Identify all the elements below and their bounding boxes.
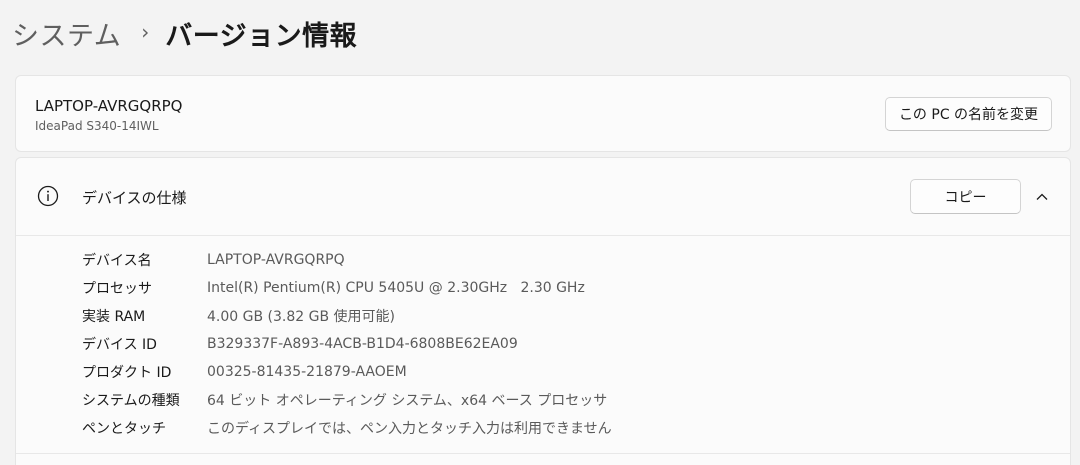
info-icon [37,185,59,207]
spec-value: このディスプレイでは、ペン入力とタッチ入力は利用できません [207,421,612,437]
spec-value: B329337F-A893-4ACB-B1D4-6808BE62EA09 [207,336,518,352]
settings-page: システム › バージョン情報 LAPTOP-AVRGQRPQ IdeaPad S… [0,0,1080,465]
spec-value: 00325-81435-21879-AAOEM [207,364,407,380]
device-specs-card: デバイスの仕様 コピー デバイス名 LAPTOP-AVRGQRPQ プロセッサ … [15,157,1071,465]
spec-label: プロセッサ [82,281,152,297]
device-model: IdeaPad S340-14IWL [35,119,159,133]
spec-row-pen-touch: ペンとタッチ このディスプレイでは、ペン入力とタッチ入力は利用できません [16,414,1070,442]
spec-value: LAPTOP-AVRGQRPQ [207,252,345,268]
device-name-card: LAPTOP-AVRGQRPQ IdeaPad S340-14IWL この PC… [15,75,1071,152]
breadcrumb-separator: › [141,20,150,44]
spec-value: 4.00 GB (3.82 GB 使用可能) [207,309,395,325]
breadcrumb-parent-system[interactable]: システム [12,14,121,53]
spec-row-system-type: システムの種類 64 ビット オペレーティング システム、x64 ベース プロセ… [16,386,1070,414]
rename-pc-button[interactable]: この PC の名前を変更 [885,97,1052,131]
spec-row-processor: プロセッサ Intel(R) Pentium(R) CPU 5405U @ 2.… [16,274,1070,302]
breadcrumb: システム › バージョン情報 [12,13,357,53]
page-title: バージョン情報 [165,20,358,52]
spec-row-device-name: デバイス名 LAPTOP-AVRGQRPQ [16,246,1070,274]
spec-list: デバイス名 LAPTOP-AVRGQRPQ プロセッサ Intel(R) Pen… [16,246,1070,442]
spec-label: ペンとタッチ [82,421,166,437]
spec-label: デバイス名 [82,253,152,269]
spec-label: デバイス ID [82,337,157,353]
chevron-up-icon[interactable] [1034,189,1050,205]
copy-button[interactable]: コピー [910,179,1021,214]
spec-row-ram: 実装 RAM 4.00 GB (3.82 GB 使用可能) [16,302,1070,330]
spec-row-product-id: プロダクト ID 00325-81435-21879-AAOEM [16,358,1070,386]
spec-value: Intel(R) Pentium(R) CPU 5405U @ 2.30GHz … [207,280,585,296]
device-specs-header[interactable]: デバイスの仕様 コピー [16,158,1070,236]
spec-label: プロダクト ID [82,365,172,381]
spec-value: 64 ビット オペレーティング システム、x64 ベース プロセッサ [207,393,608,409]
device-name: LAPTOP-AVRGQRPQ [35,97,183,115]
device-specs-title: デバイスの仕様 [82,189,187,207]
spec-row-device-id: デバイス ID B329337F-A893-4ACB-B1D4-6808BE62… [16,330,1070,358]
spec-label: 実装 RAM [82,309,146,325]
spec-label: システムの種類 [82,393,180,409]
divider [16,453,1070,454]
